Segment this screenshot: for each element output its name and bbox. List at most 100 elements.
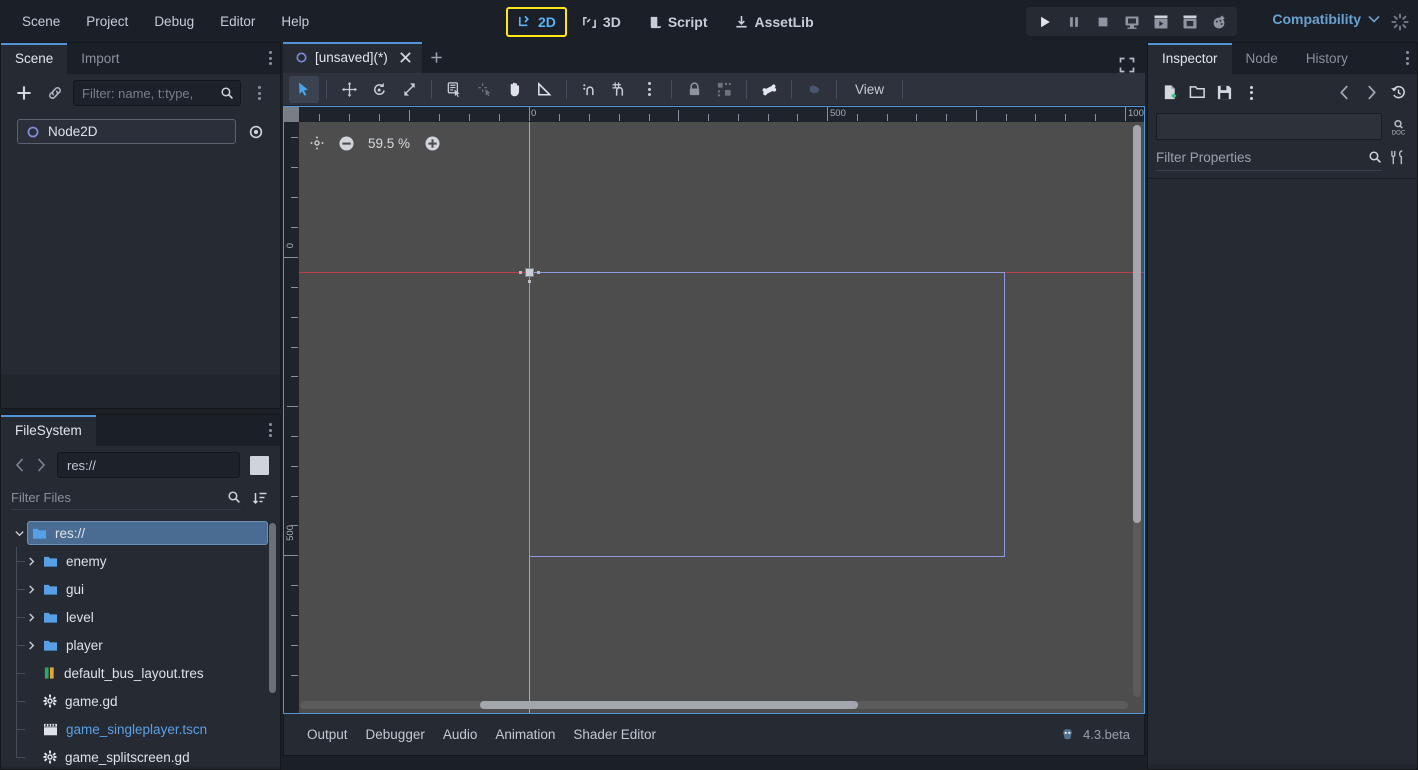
scene-node-node2d[interactable]: Node2D [7,118,274,145]
tab-inspector[interactable]: Inspector [1148,43,1232,74]
lock-selected-button[interactable] [679,76,709,103]
fs-item-game-gd[interactable]: game.gd [1,687,280,715]
tab-filesystem[interactable]: FileSystem [1,415,96,446]
inspector-tools-button[interactable] [1386,145,1411,170]
viewport-vscroll-thumb[interactable] [1133,125,1141,523]
movie-writer-button[interactable] [1205,10,1232,33]
snap-options-menu-button[interactable] [634,76,664,103]
inspector-history-button[interactable] [1386,80,1411,105]
move-tool-button[interactable] [334,76,364,103]
stop-button[interactable] [1089,10,1116,33]
inspector-filter-input[interactable]: Filter Properties [1156,144,1382,171]
filesystem-sort-button[interactable] [247,485,272,510]
filesystem-dock-menu-button[interactable] [269,423,272,437]
tab-node[interactable]: Node [1232,43,1292,74]
instantiate-scene-button[interactable] [42,81,67,106]
mode-assetlib-button[interactable]: AssetLib [723,7,825,37]
zoom-level-label[interactable]: 59.5 % [363,136,415,151]
expand-arrow-icon[interactable] [23,612,39,623]
view-menu-button[interactable]: View [844,78,895,101]
bottom-panel-debugger[interactable]: Debugger [357,722,434,747]
node-visibility-toggle[interactable] [243,119,268,144]
mode-3d-button[interactable]: 3D [571,7,632,37]
rotate-tool-button[interactable] [364,76,394,103]
node-name-editbox[interactable]: Node2D [17,119,236,144]
select-tool-button[interactable] [289,76,319,103]
bottom-panel-animation[interactable]: Animation [486,722,564,747]
menu-debug[interactable]: Debug [142,9,206,34]
inspector-dock-menu-button[interactable] [1406,51,1409,65]
inspector-forward-button[interactable] [1359,80,1384,105]
filesystem-filter-input[interactable]: Filter Files [11,486,241,510]
inspector-properties-area[interactable] [1148,178,1417,764]
bottom-panel-output[interactable]: Output [298,722,357,747]
skeleton-options-button[interactable] [754,76,784,103]
open-docs-button[interactable]: DOC [1386,114,1411,139]
fs-item-game-singleplayer-tscn[interactable]: game_singleplayer.tscn [1,715,280,743]
pause-button[interactable] [1060,10,1087,33]
list-select-tool-button[interactable] [439,76,469,103]
menu-scene[interactable]: Scene [10,9,72,34]
scene-tab-unsaved[interactable]: [unsaved](*) [283,42,422,73]
bottom-panel-audio[interactable]: Audio [434,722,487,747]
filesystem-back-button[interactable] [11,454,29,476]
canvas-viewport[interactable]: 0 500 1000 [283,106,1145,714]
inspector-object-field[interactable] [1156,113,1382,140]
filesystem-favorite-toggle[interactable] [250,456,269,475]
origin-handle[interactable] [525,268,534,277]
animation-key-button[interactable] [799,76,829,103]
fs-item-enemy[interactable]: enemy [1,547,280,575]
zoom-out-button[interactable] [334,131,358,155]
expand-arrow-icon[interactable] [23,640,39,651]
filesystem-forward-button[interactable] [32,454,50,476]
filesystem-scrollbar[interactable] [269,523,276,693]
filesystem-path-input[interactable]: res:// [57,452,240,478]
distraction-free-button[interactable] [1119,57,1135,73]
fs-item-level[interactable]: level [1,603,280,631]
menu-editor[interactable]: Editor [208,9,267,34]
add-scene-tab-button[interactable] [422,42,452,73]
tab-scene[interactable]: Scene [1,43,67,74]
scene-filter-input[interactable]: Filter: name, t:type, [73,80,241,106]
mode-script-button[interactable]: Script [636,7,719,37]
fs-item-game-splitscreen-gd[interactable]: game_splitscreen.gd [1,743,280,766]
menu-help[interactable]: Help [269,9,321,34]
mode-2d-button[interactable]: 2D [506,7,567,37]
scale-tool-button[interactable] [394,76,424,103]
tab-history[interactable]: History [1292,43,1362,74]
ruler-tool-button[interactable] [529,76,559,103]
zoom-in-button[interactable] [420,131,444,155]
inspector-back-button[interactable] [1332,80,1357,105]
fs-item-default-bus-layout[interactable]: default_bus_layout.tres [1,659,280,687]
play-button[interactable] [1031,10,1058,33]
pan-tool-button[interactable] [499,76,529,103]
scene-dock-menu-button[interactable] [269,51,272,65]
scene-tree-options-button[interactable] [247,81,272,106]
fs-item-res-root[interactable]: res:// [1,519,280,547]
ruler-corner[interactable] [284,107,299,122]
play-custom-scene-button[interactable] [1176,10,1203,33]
renderer-selector[interactable]: Compatibility [1272,11,1380,27]
remote-debug-button[interactable] [1118,10,1145,33]
new-resource-button[interactable] [1158,80,1183,105]
tab-import[interactable]: Import [67,43,133,74]
fs-item-player[interactable]: player [1,631,280,659]
expand-arrow-icon[interactable] [23,556,39,567]
bottom-panel-shader-editor[interactable]: Shader Editor [564,722,665,747]
menu-project[interactable]: Project [74,9,140,34]
viewport-hscroll-thumb[interactable] [480,701,858,709]
save-resource-button[interactable] [1212,80,1237,105]
zoom-reset-button[interactable] [305,131,329,155]
expand-arrow-icon[interactable] [11,528,27,539]
pivot-tool-button[interactable] [469,76,499,103]
group-selected-button[interactable] [709,76,739,103]
add-node-button[interactable] [11,81,36,106]
grid-snap-button[interactable] [604,76,634,103]
play-scene-button[interactable] [1147,10,1174,33]
fs-item-gui[interactable]: gui [1,575,280,603]
expand-arrow-icon[interactable] [23,584,39,595]
resource-extra-menu-button[interactable] [1239,80,1264,105]
canvas-drawing-area[interactable] [299,122,1144,713]
smart-snap-button[interactable] [574,76,604,103]
open-resource-button[interactable] [1185,80,1210,105]
